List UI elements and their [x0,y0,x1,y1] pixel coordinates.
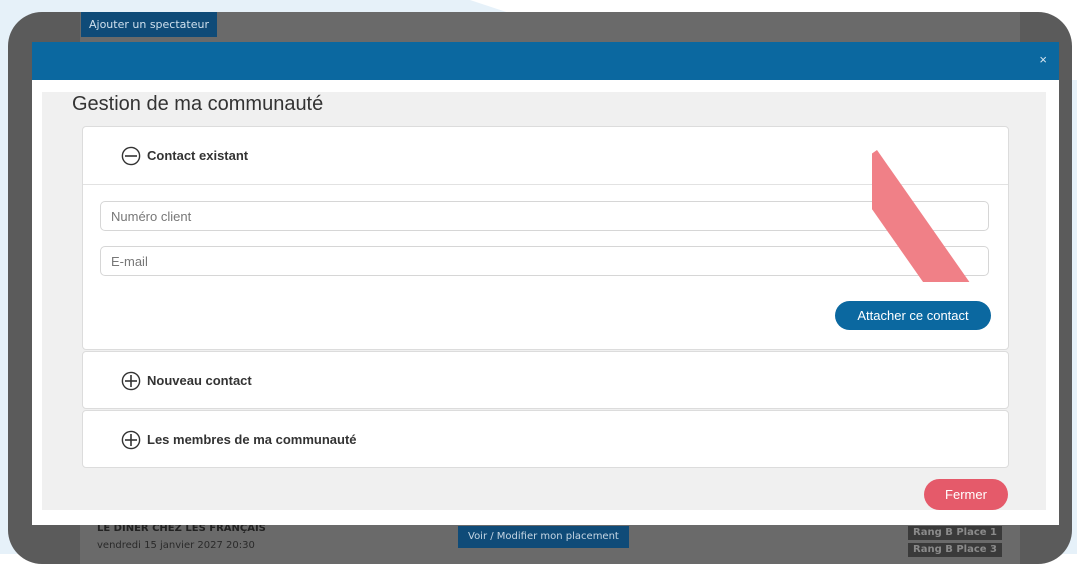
test-ribbon [872,92,1046,282]
event-date: vendredi 15 janvier 2027 20:30 [97,540,255,551]
community-members-panel: Les membres de ma communauté [82,410,1009,468]
minus-circle-icon [121,146,141,166]
seat-badge: Rang B Place 3 [908,543,1002,557]
existing-contact-panel: Contact existant Attacher ce contact [82,126,1009,350]
close-icon[interactable]: × [1039,52,1047,67]
panel-divider [83,184,1008,185]
new-contact-panel: Nouveau contact [82,351,1009,409]
plus-circle-icon [121,371,141,391]
close-button[interactable]: Fermer [924,479,1008,510]
email-field[interactable] [100,246,989,276]
add-spectator-button[interactable]: Ajouter un spectateur [81,12,217,37]
client-number-field[interactable] [100,201,989,231]
new-contact-header[interactable]: Nouveau contact [83,352,1008,408]
modal-header: × [32,42,1059,80]
view-placement-button[interactable]: Voir / Modifier mon placement [458,526,629,548]
test-ribbon-band [872,150,1044,282]
community-members-label: Les membres de ma communauté [147,432,357,447]
new-contact-label: Nouveau contact [147,373,252,388]
modal-title: Gestion de ma communauté [72,93,324,115]
seat-badge: Rang B Place 1 [908,526,1002,540]
attach-contact-button[interactable]: Attacher ce contact [835,301,991,330]
existing-contact-label: Contact existant [147,148,249,163]
community-members-header[interactable]: Les membres de ma communauté [83,411,1008,467]
existing-contact-header[interactable]: Contact existant [83,127,1008,184]
community-modal: × Gestion de ma communauté Contact exist… [32,42,1059,525]
plus-circle-icon [121,430,141,450]
